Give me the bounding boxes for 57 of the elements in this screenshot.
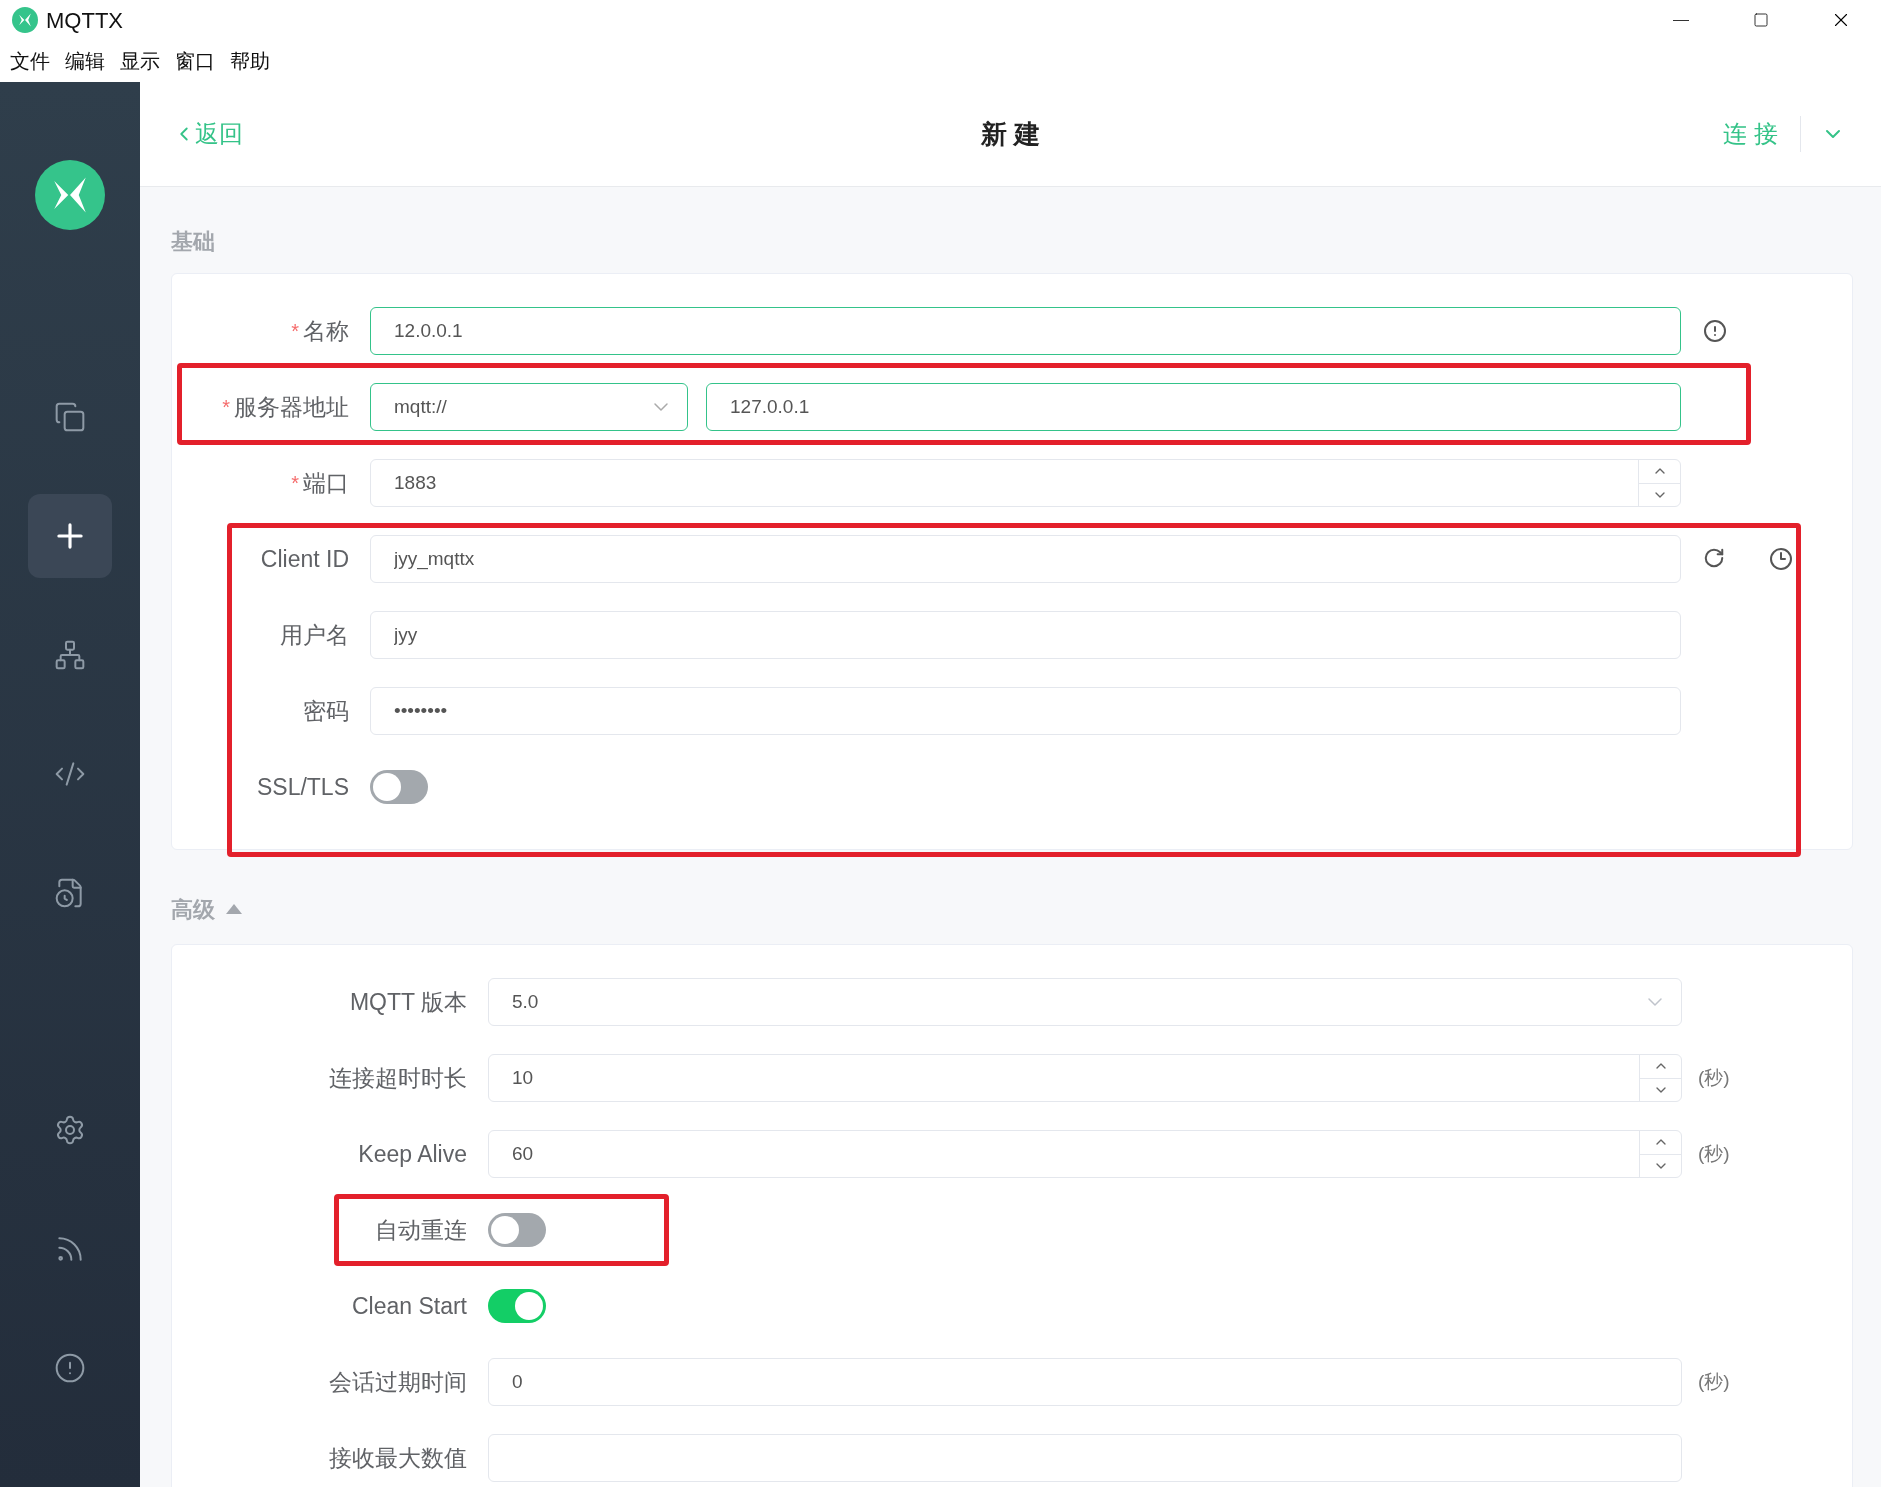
unit-label: (秒) [1698, 1369, 1730, 1394]
required-mark: * [222, 395, 230, 420]
field-label: 自动重连 [375, 1215, 467, 1245]
host-field[interactable]: 127.0.0.1 [706, 383, 1681, 431]
toggle-switch[interactable] [488, 1289, 546, 1323]
section-title: 基础 [171, 228, 216, 256]
field-label: 名称 [303, 316, 349, 346]
maximize-icon [1753, 12, 1769, 28]
app-logo-icon [12, 7, 38, 33]
squares-icon [54, 401, 86, 433]
network-icon [54, 639, 86, 671]
field-label: Keep Alive [358, 1139, 467, 1169]
collapse-triangle-icon[interactable] [225, 903, 243, 915]
version-select[interactable]: 5.0 [488, 978, 1682, 1026]
menu-item[interactable]: 文件 [10, 46, 50, 76]
refresh-icon[interactable] [1703, 547, 1725, 569]
info-icon[interactable] [1703, 319, 1727, 343]
field-label: 用户名 [280, 620, 349, 650]
input-field[interactable] [488, 1434, 1682, 1482]
field-label: MQTT 版本 [349, 987, 467, 1017]
required-mark: * [291, 471, 299, 496]
number-field[interactable]: 10 [488, 1054, 1682, 1102]
sidebar-item[interactable] [28, 494, 112, 578]
field-label: 接收最大数值 [329, 1443, 467, 1473]
input-field[interactable]: 12.0.0.1 [370, 307, 1681, 355]
settings-icon [54, 1114, 86, 1146]
menu-item[interactable]: 编辑 [65, 46, 105, 76]
info-icon [54, 1352, 86, 1384]
number-field[interactable]: 1883 [370, 459, 1681, 507]
number-field[interactable]: 60 [488, 1130, 1682, 1178]
required-mark: * [291, 319, 299, 344]
toggle-switch[interactable] [370, 770, 428, 804]
menu-item[interactable]: 窗口 [175, 46, 215, 76]
window-title: MQTTX [46, 6, 123, 35]
app-logo-icon [35, 160, 105, 230]
menu-item[interactable]: 显示 [120, 46, 160, 76]
page-title: 新 建 [980, 117, 1041, 151]
field-label: Client ID [260, 544, 349, 574]
field-label: 服务器地址 [234, 392, 349, 422]
input-field[interactable]: 0 [488, 1358, 1682, 1406]
field-label: 端口 [303, 468, 349, 498]
section-title: 高级 [171, 895, 215, 924]
field-label: 会话过期时间 [329, 1367, 467, 1397]
field-label: 连接超时时长 [329, 1063, 467, 1093]
minimize-icon [1673, 19, 1689, 21]
protocol-select[interactable]: mqtt:// [370, 383, 688, 431]
toggle-switch[interactable] [488, 1213, 546, 1247]
field-label: 密码 [303, 696, 349, 726]
input-field[interactable]: •••••••• [370, 687, 1681, 735]
unit-label: (秒) [1698, 1065, 1730, 1090]
unit-label: (秒) [1698, 1141, 1730, 1166]
input-field[interactable]: jyy_mqttx [370, 535, 1681, 583]
history-icon[interactable] [1769, 547, 1793, 571]
menu-item[interactable]: 帮助 [230, 46, 270, 76]
field-label: SSL/TLS [256, 772, 349, 802]
input-field[interactable]: jyy [370, 611, 1681, 659]
field-label: Clean Start [351, 1291, 467, 1321]
